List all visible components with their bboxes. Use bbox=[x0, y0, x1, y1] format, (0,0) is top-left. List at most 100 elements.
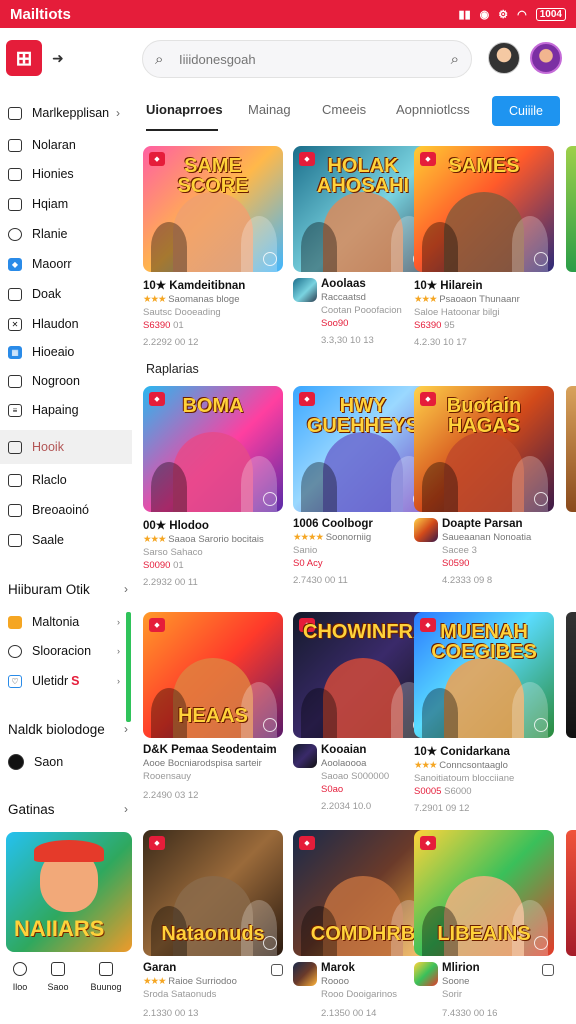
bookmark-badge-icon[interactable]: ◆ bbox=[149, 618, 165, 632]
character-illustration bbox=[301, 462, 337, 512]
game-thumbnail[interactable]: ◆ SAME SCORE bbox=[143, 146, 283, 272]
game-thumbnail[interactable]: ◆ HOLAK AHOSAHI bbox=[293, 146, 433, 272]
bookmark-badge-icon[interactable]: ◆ bbox=[149, 836, 165, 850]
game-thumbnail[interactable]: ◆ CHOWINFRAS bbox=[293, 612, 433, 738]
game-card[interactable]: ◆ BOMA 00★ Hlodoo ★★★ Saaoa Sarorio boci… bbox=[143, 386, 283, 588]
card-subtitle: Roooo bbox=[321, 976, 419, 987]
card-price-row: S0 Acy bbox=[293, 558, 433, 569]
sidebar-item-active[interactable]: Hooik bbox=[0, 430, 132, 464]
sidebar-item-5[interactable]: ◆ Maoorr bbox=[0, 249, 132, 279]
bottom-nav-item[interactable]: Buunog bbox=[86, 962, 126, 992]
sidebar-section-header[interactable]: Hiiburam Otik › bbox=[8, 582, 128, 597]
sidebar-item-10[interactable]: ≡ Hapaing bbox=[0, 395, 132, 425]
more-icon[interactable] bbox=[534, 252, 548, 266]
sidebar-item-marketplace[interactable]: Marlkepplisan › bbox=[0, 98, 132, 128]
scroll-indicator[interactable] bbox=[126, 612, 131, 722]
partial-card[interactable] bbox=[566, 830, 576, 956]
game-thumbnail[interactable]: ◆ HWY GUEHHEYS bbox=[293, 386, 433, 512]
more-icon[interactable] bbox=[263, 936, 277, 950]
game-thumbnail[interactable]: ◆ Nataonuds bbox=[143, 830, 283, 956]
game-card[interactable]: ◆ MUENAH COEGIBES 10★ Conidarkana ★★★ Co… bbox=[414, 612, 554, 814]
game-thumbnail[interactable]: ◆ SAMES bbox=[414, 146, 554, 272]
chevron-right-icon: › bbox=[124, 802, 128, 816]
more-icon[interactable] bbox=[263, 492, 277, 506]
game-thumbnail[interactable]: ◆ Buotain HAGAS bbox=[414, 386, 554, 512]
sidebar-item-maltonia[interactable]: Maltonia › bbox=[0, 607, 132, 637]
partial-card[interactable] bbox=[566, 612, 576, 738]
sidebar-item-13[interactable]: Breoaoinó bbox=[0, 495, 132, 525]
game-card[interactable]: ◆ LIBEAINS Mlirion Soone Sorir 7.4330 00… bbox=[414, 830, 554, 1019]
search-input[interactable] bbox=[179, 51, 451, 67]
game-card[interactable]: ◆ Nataonuds Garan ★★★ Raioe Surriodoo Sr… bbox=[143, 830, 283, 1019]
search-submit-icon[interactable]: ⌕ bbox=[451, 51, 459, 68]
game-logo-text: MUENAH COEGIBES bbox=[431, 621, 537, 663]
sidebar-item-7[interactable]: ✕ Hlaudon bbox=[0, 309, 132, 339]
card-subtitle-text: Soone bbox=[442, 976, 470, 987]
more-icon[interactable] bbox=[534, 718, 548, 732]
game-card[interactable]: ◆ HWY GUEHHEYS 1006 Coolbogr ★★★★ Soonor… bbox=[293, 386, 433, 586]
more-icon[interactable] bbox=[534, 936, 548, 950]
sidebar-item-saon[interactable]: Saon bbox=[0, 747, 132, 777]
nav-arrow-icon[interactable]: ➜ bbox=[52, 50, 64, 67]
partial-card[interactable] bbox=[566, 386, 576, 512]
share-icon[interactable] bbox=[271, 964, 283, 976]
partial-card[interactable] bbox=[566, 146, 576, 272]
card-details-text: Saloe Hatoonar bilgi bbox=[414, 307, 500, 318]
rating-stars: ★★★ bbox=[414, 760, 438, 771]
card-subtitle-text: Psaoaon Thunaanr bbox=[439, 294, 520, 305]
tab-action-button[interactable]: Cuiiile bbox=[492, 96, 560, 126]
sidebar-section-header[interactable]: Naldk biolodoge › bbox=[8, 722, 128, 737]
tab-1[interactable]: Mainag bbox=[248, 102, 291, 117]
sidebar-item-2[interactable]: Hionies bbox=[0, 159, 132, 189]
bottom-nav-item[interactable]: Iloo bbox=[0, 962, 40, 992]
game-thumbnail[interactable]: ◆ HEAAS bbox=[143, 612, 283, 738]
profile-avatar[interactable] bbox=[530, 42, 562, 74]
game-card[interactable]: ◆ COMDHRB Marok Roooo Rooo Dooigarinos 2… bbox=[293, 830, 433, 1019]
card-subtitle-text: Roooo bbox=[321, 976, 349, 987]
menu-icon: ≡ bbox=[8, 403, 22, 417]
card-title: 1006 Coolbogr bbox=[293, 518, 373, 530]
game-thumbnail[interactable]: ◆ BOMA bbox=[143, 386, 283, 512]
bottom-nav-item[interactable]: Saoo bbox=[38, 962, 78, 992]
sidebar-item-9[interactable]: Nogroon bbox=[0, 366, 132, 396]
more-icon[interactable] bbox=[534, 492, 548, 506]
sidebar-item-uletidr[interactable]: ♡ Uletidr S › bbox=[0, 666, 132, 696]
card-title: 10★ Conidarkana bbox=[414, 746, 510, 758]
game-thumbnail[interactable]: ◆ LIBEAINS bbox=[414, 830, 554, 956]
game-card[interactable]: ◆ SAME SCORE 10★ Kamdeitibnan ★★★ Saoman… bbox=[143, 146, 283, 348]
sidebar-item-3[interactable]: Hqiam bbox=[0, 189, 132, 219]
game-card[interactable]: ◆ CHOWINFRAS Kooaian Aoolaoooa Saoao S00… bbox=[293, 612, 433, 812]
more-icon[interactable] bbox=[263, 718, 277, 732]
sidebar-item-1[interactable]: Nolaran bbox=[0, 130, 132, 160]
game-card[interactable]: ◆ HOLAK AHOSAHI Aoolaas Raccaatsd Cootan… bbox=[293, 146, 433, 346]
more-icon[interactable] bbox=[263, 252, 277, 266]
game-thumbnail[interactable]: ◆ MUENAH COEGIBES bbox=[414, 612, 554, 738]
sidebar-game-thumbnail[interactable]: NAIIARS bbox=[6, 832, 132, 952]
header: ⊞ ➜ ⌕ ⌕ bbox=[0, 28, 576, 90]
game-card[interactable]: ◆ HEAAS D&K Pemaa Seodentaim Aooe Bocnia… bbox=[143, 612, 283, 801]
card-text: D&K Pemaa Seodentaim Aooe Bocniarodspisa… bbox=[143, 744, 283, 801]
sidebar-item-4[interactable]: Rlanie bbox=[0, 219, 132, 249]
sidebar-item-slooracion[interactable]: Slooracion › bbox=[0, 636, 132, 666]
tab-3[interactable]: Aopnniotlcss bbox=[396, 102, 470, 117]
sidebar-item-6[interactable]: Doak bbox=[0, 279, 132, 309]
game-card[interactable]: ◆ SAMES 10★ Hilarein ★★★ Psaoaon Thunaan… bbox=[414, 146, 554, 348]
game-thumbnail[interactable]: ◆ COMDHRB bbox=[293, 830, 433, 956]
sidebar-item-12[interactable]: Rlaclo bbox=[0, 465, 132, 495]
avatar[interactable] bbox=[488, 42, 520, 74]
game-card[interactable]: ◆ Buotain HAGAS Doapte Parsan Saueaanan … bbox=[414, 386, 554, 586]
app-name: Mailtiots bbox=[10, 5, 71, 23]
sidebar-item-14[interactable]: Saale bbox=[0, 525, 132, 555]
sidebar-item-8[interactable]: ▦ Hioeaio bbox=[0, 337, 132, 367]
app-logo[interactable]: ⊞ bbox=[6, 40, 42, 76]
bookmark-badge-icon[interactable]: ◆ bbox=[299, 836, 315, 850]
tab-0[interactable]: Uionaprroes bbox=[146, 102, 223, 117]
character-illustration bbox=[151, 462, 187, 512]
card-subtitle: Soone bbox=[442, 976, 540, 987]
sidebar-section-header[interactable]: Gatinas › bbox=[8, 802, 128, 817]
search-bar[interactable]: ⌕ ⌕ bbox=[142, 40, 472, 78]
bookmark-badge-icon[interactable]: ◆ bbox=[420, 836, 436, 850]
share-icon[interactable] bbox=[542, 964, 554, 976]
tab-2[interactable]: Cmeeis bbox=[322, 102, 366, 117]
sidebar-item-label: Marlkepplisan bbox=[32, 106, 110, 120]
